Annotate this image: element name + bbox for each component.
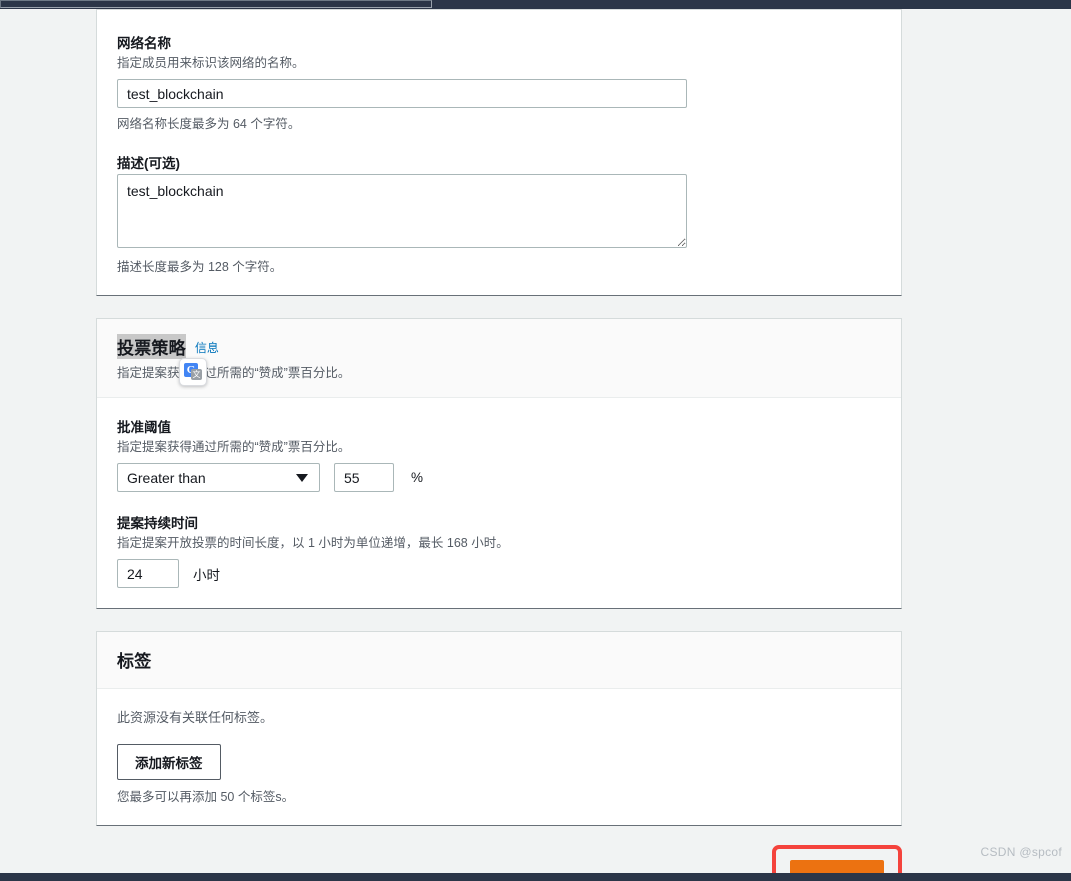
voting-policy-header: 投票策略信息 指定提案获得通过所需的“赞成”票百分比。 G 文 bbox=[97, 319, 901, 399]
voting-policy-subtitle-row: 指定提案获得通过所需的“赞成”票百分比。 G 文 bbox=[117, 358, 881, 387]
google-translate-glyph: G 文 bbox=[184, 363, 202, 381]
network-name-description: 指定成员用来标识该网络的名称。 bbox=[117, 56, 305, 70]
network-description-hint: 描述长度最多为 128 个字符。 bbox=[117, 260, 283, 275]
approval-threshold-label: 批准阈值 bbox=[117, 420, 171, 436]
next-step-button[interactable]: 下一步 bbox=[789, 860, 884, 873]
percent-unit-label: % bbox=[411, 470, 424, 486]
network-name-hint: 网络名称长度最多为 64 个字符。 bbox=[117, 117, 301, 132]
comparator-select-wrapper[interactable]: Greater than bbox=[117, 463, 320, 493]
cancel-button[interactable]: 取消 bbox=[701, 861, 756, 873]
proposal-duration-field: 提案持续时间 指定提案开放投票的时间长度，以 1 小时为单位递增，最长 168 … bbox=[117, 512, 881, 589]
proposal-duration-description: 指定提案开放投票的时间长度，以 1 小时为单位递增，最长 168 小时。 bbox=[117, 536, 509, 551]
comparator-select[interactable]: Greater than bbox=[117, 463, 320, 493]
voting-policy-panel: 投票策略信息 指定提案获得通过所需的“赞成”票百分比。 G 文 批准阈值 指定提… bbox=[96, 318, 902, 610]
approval-threshold-description: 指定提案获得通过所需的“赞成”票百分比。 bbox=[117, 440, 351, 455]
voting-policy-subtitle: 指定提案获得通过所需的“赞成”票百分比。 bbox=[117, 366, 351, 381]
translate-target-square: 文 bbox=[191, 369, 202, 381]
tags-limit-note: 您最多可以再添加 50 个标签s。 bbox=[117, 790, 295, 805]
form-column: 网络名称 指定成员用来标识该网络的名称。 网络名称长度最多为 64 个字符。 描… bbox=[96, 9, 902, 873]
tags-header: 标签 bbox=[97, 632, 901, 690]
browser-chrome-bottom-strip bbox=[0, 873, 1071, 881]
proposal-duration-input[interactable] bbox=[117, 559, 179, 589]
network-details-panel: 网络名称 指定成员用来标识该网络的名称。 网络名称长度最多为 64 个字符。 描… bbox=[96, 9, 902, 297]
wizard-actions: 取消 下一步 bbox=[96, 845, 902, 873]
proposal-duration-label: 提案持续时间 bbox=[117, 516, 198, 532]
network-details-body: 网络名称 指定成员用来标识该网络的名称。 网络名称长度最多为 64 个字符。 描… bbox=[97, 10, 901, 295]
tags-title: 标签 bbox=[117, 652, 152, 672]
proposal-duration-controls: 小时 bbox=[117, 559, 881, 589]
voting-policy-title: 投票策略 bbox=[117, 334, 186, 360]
network-description-field: 描述(可选) test_blockchain 描述长度最多为 128 个字符。 bbox=[117, 152, 881, 275]
tags-empty-text: 此资源没有关联任何标签。 bbox=[117, 710, 274, 726]
add-new-tag-button[interactable]: 添加新标签 bbox=[117, 744, 221, 781]
voting-policy-info-link[interactable]: 信息 bbox=[195, 341, 219, 355]
duration-unit-label: 小时 bbox=[193, 567, 220, 583]
browser-tab-edge[interactable] bbox=[0, 0, 432, 8]
approval-threshold-controls: Greater than % bbox=[117, 463, 881, 493]
voting-policy-body: 批准阈值 指定提案获得通过所需的“赞成”票百分比。 Greater than % bbox=[97, 398, 901, 608]
approval-percent-input[interactable] bbox=[334, 463, 394, 493]
network-name-label: 网络名称 bbox=[117, 36, 171, 51]
network-description-textarea[interactable]: test_blockchain bbox=[117, 174, 687, 249]
network-description-label: 描述(可选) bbox=[117, 156, 180, 172]
approval-threshold-field: 批准阈值 指定提案获得通过所需的“赞成”票百分比。 Greater than % bbox=[117, 416, 881, 493]
next-button-highlight-box: 下一步 bbox=[771, 845, 902, 873]
network-name-field: 网络名称 指定成员用来标识该网络的名称。 网络名称长度最多为 64 个字符。 bbox=[117, 32, 881, 132]
google-translate-icon[interactable]: G 文 bbox=[179, 358, 207, 387]
network-name-input[interactable] bbox=[117, 79, 687, 109]
tags-panel: 标签 此资源没有关联任何标签。 添加新标签 您最多可以再添加 50 个标签s。 bbox=[96, 631, 902, 827]
csdn-watermark: CSDN @spcof bbox=[980, 845, 1062, 859]
tags-body: 此资源没有关联任何标签。 添加新标签 您最多可以再添加 50 个标签s。 bbox=[97, 689, 901, 825]
page-content-area: 网络名称 指定成员用来标识该网络的名称。 网络名称长度最多为 64 个字符。 描… bbox=[0, 9, 1071, 873]
